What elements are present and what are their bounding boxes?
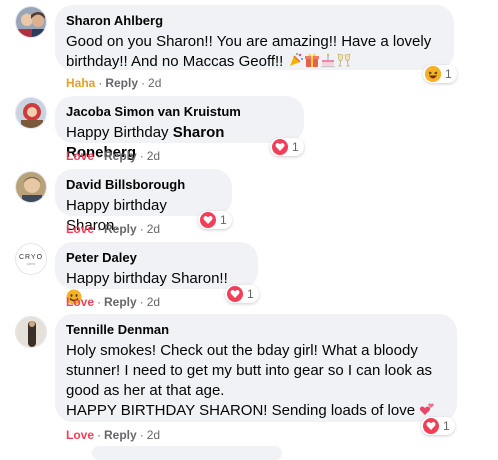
gift-icon bbox=[304, 52, 320, 74]
reply-link[interactable]: Reply bbox=[104, 222, 137, 236]
reaction-count: 1 bbox=[443, 419, 450, 433]
comment-bubble: Tennille Denman Holy smokes! Check out t… bbox=[55, 314, 457, 422]
comment-bubble: Sharon Ahlberg Good on you Sharon!! You … bbox=[55, 5, 454, 70]
react-love-link[interactable]: Love bbox=[66, 428, 94, 442]
separator: · bbox=[139, 149, 144, 163]
avatar[interactable] bbox=[15, 97, 47, 129]
separator: · bbox=[139, 428, 144, 442]
comment-author[interactable]: David Billsborough bbox=[66, 177, 220, 193]
reaction-summary[interactable]: 1 bbox=[423, 65, 457, 83]
separator: · bbox=[139, 295, 144, 309]
timestamp[interactable]: 2d bbox=[148, 76, 161, 90]
comment-text: Good on you Sharon!! You are amazing!! H… bbox=[66, 32, 442, 74]
avatar[interactable] bbox=[15, 171, 47, 203]
reaction-summary[interactable]: 1 bbox=[270, 138, 304, 156]
react-love-link[interactable]: Love bbox=[66, 222, 94, 236]
comment-author[interactable]: Sharon Ahlberg bbox=[66, 13, 442, 29]
comment-actions: Love · Reply · 2d bbox=[66, 294, 160, 310]
haha-icon bbox=[425, 66, 441, 82]
timestamp[interactable]: 2d bbox=[147, 222, 160, 236]
separator: · bbox=[139, 222, 144, 236]
birthday-cake-icon bbox=[320, 52, 336, 74]
comment-text-line: HAPPY BIRTHDAY SHARON! Sending loads of … bbox=[66, 402, 416, 419]
timestamp[interactable]: 2d bbox=[147, 295, 160, 309]
comment-actions: Love · Reply · 2d bbox=[66, 221, 160, 237]
comment-actions: Love · Reply · 2d bbox=[66, 427, 160, 443]
love-icon bbox=[200, 212, 216, 228]
reply-link[interactable]: Reply bbox=[104, 295, 137, 309]
reaction-summary[interactable]: 1 bbox=[225, 285, 259, 303]
reaction-summary[interactable]: 1 bbox=[421, 417, 455, 435]
separator: · bbox=[98, 76, 103, 90]
love-icon bbox=[423, 418, 439, 434]
comment-bubble: David Billsborough Happy birthday Sharon… bbox=[55, 169, 232, 234]
comment-text-line: Happy Birthday bbox=[66, 124, 173, 141]
love-icon bbox=[227, 286, 243, 302]
reply-link[interactable]: Reply bbox=[105, 76, 138, 90]
react-love-link[interactable]: Love bbox=[66, 295, 94, 309]
avatar[interactable]: CRYO CRYO bbox=[15, 243, 47, 275]
comment-text-line: Holy smokes! Check out the bday girl! Wh… bbox=[66, 342, 418, 359]
clinking-glasses-icon bbox=[336, 52, 352, 74]
next-comment-bubble bbox=[92, 446, 282, 460]
comment-text-line: stunner! I need to get my butt into gear… bbox=[66, 362, 433, 379]
comment-author[interactable]: Tennille Denman bbox=[66, 322, 445, 338]
comment-text-line: birthday!! And no Maccas Geoff!! bbox=[66, 53, 284, 70]
avatar[interactable] bbox=[15, 316, 47, 348]
comment-bubble: Peter Daley Happy birthday Sharon!! bbox=[55, 242, 258, 305]
comment-text-line: good as her at that age. bbox=[66, 382, 225, 399]
comment-author[interactable]: Peter Daley bbox=[66, 250, 246, 266]
separator: · bbox=[97, 428, 102, 442]
react-haha-link[interactable]: Haha bbox=[66, 76, 95, 90]
party-popper-icon bbox=[288, 52, 304, 74]
reply-link[interactable]: Reply bbox=[104, 149, 137, 163]
reaction-count: 1 bbox=[247, 287, 254, 301]
reaction-count: 1 bbox=[445, 67, 452, 81]
love-icon bbox=[272, 139, 288, 155]
comment-text-line: Good on you Sharon!! You are amazing!! H… bbox=[66, 33, 432, 50]
avatar-logo-subtext: CRYO bbox=[26, 262, 36, 266]
reaction-count: 1 bbox=[220, 213, 227, 227]
reaction-count: 1 bbox=[292, 140, 299, 154]
comment-bubble: Jacoba Simon van Kruistum Happy Birthday… bbox=[55, 96, 304, 161]
reply-link[interactable]: Reply bbox=[104, 428, 137, 442]
react-love-link[interactable]: Love bbox=[66, 149, 94, 163]
avatar-logo-text: CRYO bbox=[18, 254, 44, 261]
comment-text: Holy smokes! Check out the bday girl! Wh… bbox=[66, 341, 445, 423]
comment-text-line: Happy birthday Sharon!! bbox=[66, 270, 228, 287]
separator: · bbox=[97, 149, 102, 163]
timestamp[interactable]: 2d bbox=[147, 149, 160, 163]
reaction-summary[interactable]: 1 bbox=[198, 211, 232, 229]
timestamp[interactable]: 2d bbox=[147, 428, 160, 442]
comment-author[interactable]: Jacoba Simon van Kruistum bbox=[66, 104, 292, 120]
separator: · bbox=[97, 222, 102, 236]
separator: · bbox=[97, 295, 102, 309]
separator: · bbox=[141, 76, 146, 90]
comment-actions: Love · Reply · 2d bbox=[66, 148, 160, 164]
avatar[interactable] bbox=[15, 6, 47, 38]
comment-actions: Haha · Reply · 2d bbox=[66, 75, 161, 91]
